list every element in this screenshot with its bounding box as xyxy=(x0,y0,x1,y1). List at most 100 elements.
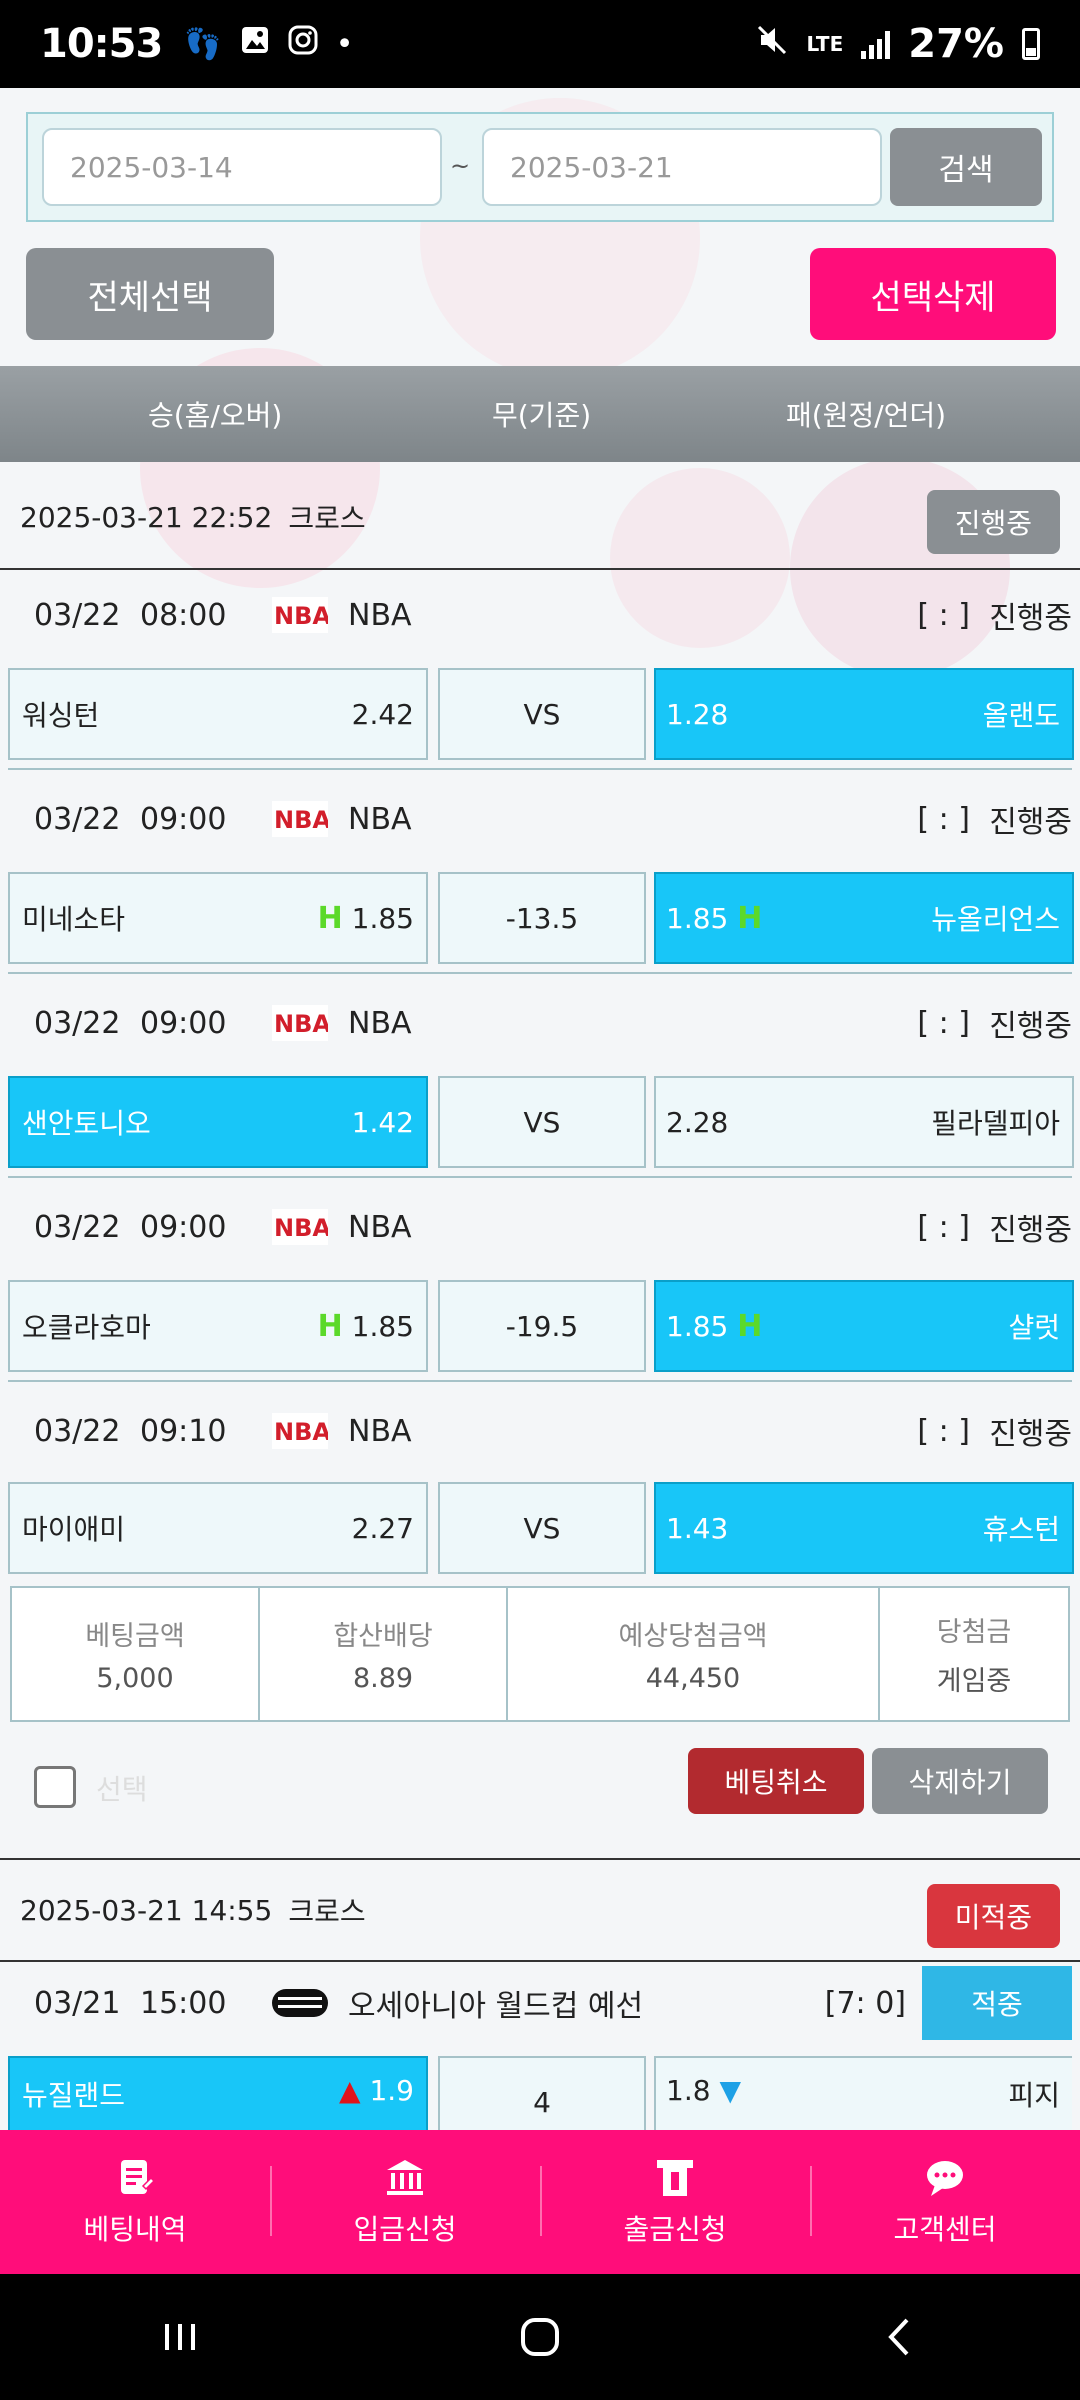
nba-logo-icon: NBA xyxy=(272,597,328,633)
nav-support[interactable]: 고객센터 xyxy=(810,2130,1080,2274)
handicap-icon: H xyxy=(737,900,763,936)
steps-icon: 👣 xyxy=(184,26,222,62)
match-date: 03/22 xyxy=(34,597,121,633)
bottom-navigation: 베팅내역 입금신청 출금신청 고객센터 xyxy=(0,2130,1080,2274)
match-time: 15:00 xyxy=(140,1985,227,2021)
total-value: 4 xyxy=(533,2085,551,2119)
delete-bet-button[interactable]: 삭제하기 xyxy=(872,1748,1048,1814)
system-navigation-bar xyxy=(0,2274,1080,2400)
away-odds-cell[interactable]: 1.85 H 뉴올리언스 xyxy=(654,872,1074,964)
bet-datetime: 2025-03-21 14:55 xyxy=(20,1893,273,1927)
home-odds-cell[interactable]: 마이애미 2.27 xyxy=(8,1482,428,1574)
match-date: 03/22 xyxy=(34,1413,121,1449)
nav-label: 베팅내역 xyxy=(83,2213,187,2246)
nav-deposit[interactable]: 입금신청 xyxy=(270,2130,540,2274)
odds-row: 워싱턴 2.42 VS 1.28 올랜도 xyxy=(8,668,1074,760)
back-icon[interactable] xyxy=(875,2312,925,2362)
start-date-input[interactable]: 2025-03-14 xyxy=(42,128,442,206)
handicap-cell[interactable]: -19.5 xyxy=(438,1280,646,1372)
delete-selected-button[interactable]: 선택삭제 xyxy=(810,248,1056,340)
away-odds-cell[interactable]: 1.43 휴스턴 xyxy=(654,1482,1074,1574)
handicap-value: -13.5 xyxy=(505,901,579,935)
match-time: 08:00 xyxy=(140,597,227,633)
match-score: [ : ] xyxy=(917,1209,970,1245)
league-name: NBA xyxy=(348,1413,412,1449)
bet-summary-table: 베팅금액 5,000 합산배당 8.89 예상당첨금액 44,450 당첨금 게… xyxy=(10,1586,1070,1722)
expected-win-label: 예상당첨금액 xyxy=(618,1621,768,1652)
home-odds-cell[interactable]: 샌안토니오 1.42 xyxy=(8,1076,428,1168)
nav-withdraw[interactable]: 출금신청 xyxy=(540,2130,810,2274)
column-draw: 무(기준) xyxy=(492,399,592,432)
nba-logo-icon: NBA xyxy=(272,1209,328,1245)
home-odds-cell[interactable]: 워싱턴 2.42 xyxy=(8,668,428,760)
svg-text:NBA: NBA xyxy=(274,602,328,630)
match-date: 03/22 xyxy=(34,1209,121,1245)
handicap-icon: H xyxy=(317,900,343,936)
recent-apps-icon[interactable] xyxy=(155,2312,205,2362)
odds-row: 뉴질랜드 ▲ 1.9 4 1.8 ▼ 피지 xyxy=(8,2056,1072,2130)
match-info: 03/22 08:00 NBA NBA [ : ] 진행중 xyxy=(0,570,1080,660)
handicap-icon: H xyxy=(737,1308,763,1344)
match-date: 03/21 xyxy=(34,1985,121,2021)
draw-value: VS xyxy=(523,697,561,731)
away-odds-cell[interactable]: 1.28 올랜도 xyxy=(654,668,1074,760)
home-odd: 1.85 xyxy=(351,901,414,935)
home-odd: 2.42 xyxy=(351,697,414,731)
odds-row: 미네소타 H 1.85 -13.5 1.85 H 뉴올리언스 xyxy=(8,872,1074,964)
away-odd: 1.28 xyxy=(666,697,729,731)
svg-text:NBA: NBA xyxy=(274,1010,328,1038)
document-edit-icon xyxy=(121,2160,156,2194)
match-info: 03/22 09:00 NBA NBA [ : ] 진행중 xyxy=(0,774,1080,864)
match-state: 진행중 xyxy=(989,1009,1072,1044)
cancel-bet-button[interactable]: 베팅취소 xyxy=(688,1748,864,1814)
total-cell[interactable]: 4 xyxy=(438,2056,646,2130)
withdraw-icon xyxy=(657,2160,693,2196)
home-odds-cell[interactable]: 오클라호마 H 1.85 xyxy=(8,1280,428,1372)
away-team: 올랜도 xyxy=(982,699,1060,732)
match-score: [ : ] xyxy=(917,597,970,633)
divider xyxy=(8,1380,1072,1382)
handicap-value: -19.5 xyxy=(505,1309,579,1343)
away-odds-cell[interactable]: 1.85 H 샬럿 xyxy=(654,1280,1074,1372)
nav-bet-history[interactable]: 베팅내역 xyxy=(0,2130,270,2274)
draw-cell[interactable]: VS xyxy=(438,668,646,760)
select-all-button[interactable]: 전체선택 xyxy=(26,248,274,340)
date-search-panel: 2025-03-14 ~ 2025-03-21 검색 xyxy=(26,112,1054,222)
match-state: 진행중 xyxy=(989,1417,1072,1452)
bet-amount-label: 베팅금액 xyxy=(85,1621,185,1652)
battery-percent: 27% xyxy=(908,21,1004,67)
signal-icon xyxy=(861,29,891,59)
draw-cell[interactable]: VS xyxy=(438,1482,646,1574)
column-home: 승(홈/오버) xyxy=(148,399,283,432)
match-time: 09:00 xyxy=(140,1209,227,1245)
notification-dot-icon: • xyxy=(335,26,354,62)
home-icon[interactable] xyxy=(515,2312,565,2362)
bet-datetime: 2025-03-21 22:52 xyxy=(20,500,273,534)
handicap-cell[interactable]: -13.5 xyxy=(438,872,646,964)
bet-type: 크로스 xyxy=(288,502,366,535)
search-button[interactable]: 검색 xyxy=(890,128,1042,206)
draw-cell[interactable]: VS xyxy=(438,1076,646,1168)
bet-header: 2025-03-21 14:55 크로스 미적중 xyxy=(0,1858,1080,1962)
fifa-logo-icon xyxy=(272,1989,328,2017)
away-odd: 1.43 xyxy=(666,1511,729,1545)
away-team: 필라델피아 xyxy=(931,1107,1060,1140)
away-odds-cell[interactable]: 1.8 ▼ 피지 xyxy=(654,2056,1072,2130)
match-score: [ : ] xyxy=(917,1005,970,1041)
home-odd: 1.9 xyxy=(369,2074,414,2107)
away-team: 샬럿 xyxy=(1008,1311,1060,1344)
league-name: NBA xyxy=(348,801,412,837)
end-date-input[interactable]: 2025-03-21 xyxy=(482,128,882,206)
select-bet-checkbox[interactable] xyxy=(34,1766,76,1808)
select-bet-label: 선택 xyxy=(96,1773,148,1806)
nav-label: 입금신청 xyxy=(353,2213,457,2246)
prize-value: 게임중 xyxy=(936,1666,1012,1697)
arrow-up-icon: ▲ xyxy=(339,2074,361,2107)
odds-column-header: 승(홈/오버) 무(기준) 패(원정/언더) xyxy=(0,366,1080,462)
prize-label: 당첨금 xyxy=(936,1617,1012,1648)
home-odds-cell[interactable]: 미네소타 H 1.85 xyxy=(8,872,428,964)
away-odds-cell[interactable]: 2.28 필라델피아 xyxy=(654,1076,1074,1168)
league-name: 오세아니아 월드컵 예선 xyxy=(348,1989,644,2024)
home-team: 샌안토니오 xyxy=(22,1107,151,1140)
home-odds-cell[interactable]: 뉴질랜드 ▲ 1.9 xyxy=(8,2056,428,2130)
